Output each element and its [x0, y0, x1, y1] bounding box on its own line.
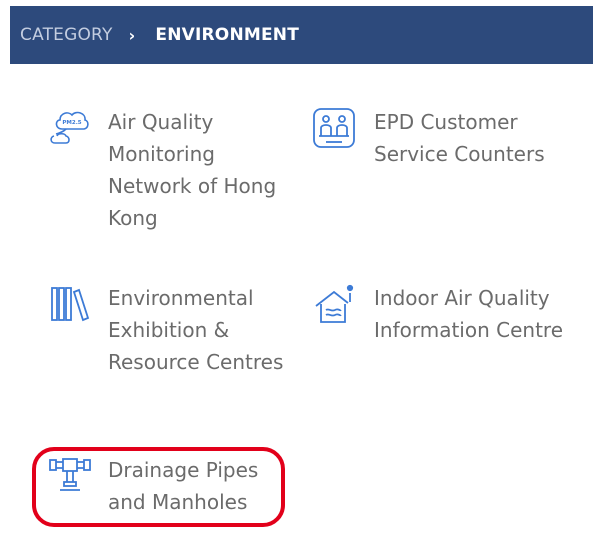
service-counter-icon	[312, 106, 356, 150]
books-icon	[48, 282, 92, 326]
item-label: Drainage Pipes and Manholes	[108, 458, 259, 514]
cloud-icon-text: PM2.5	[62, 120, 81, 126]
item-environmental-exhibition-resource-centres[interactable]: Environmental Exhibition & Resource Cent…	[48, 282, 298, 382]
item-label: EPD Customer Service Counters	[374, 110, 545, 166]
item-indoor-air-quality-information-centre[interactable]: Indoor Air Quality Information Centre	[312, 282, 572, 382]
chevron-right-icon: ›	[128, 25, 136, 45]
item-label: Indoor Air Quality Information Centre	[374, 286, 564, 342]
item-label: Environmental Exhibition & Resource Cent…	[108, 286, 284, 374]
item-drainage-pipes-and-manholes[interactable]: Drainage Pipes and Manholes	[48, 454, 278, 524]
cloud-icon: PM2.5	[48, 106, 92, 150]
breadcrumb-category[interactable]: CATEGORY	[20, 25, 113, 45]
item-air-quality-monitoring[interactable]: PM2.5 Air Quality Monitoring Network of …	[48, 106, 298, 236]
breadcrumb-current: ENVIRONMENT	[155, 25, 300, 45]
item-label: Air Quality Monitoring Network of Hong K…	[108, 110, 277, 230]
item-epd-customer-service-counters[interactable]: EPD Customer Service Counters	[312, 106, 562, 176]
breadcrumb: CATEGORY › ENVIRONMENT	[10, 6, 593, 64]
pipe-icon	[48, 454, 92, 498]
house-info-icon	[312, 282, 356, 326]
